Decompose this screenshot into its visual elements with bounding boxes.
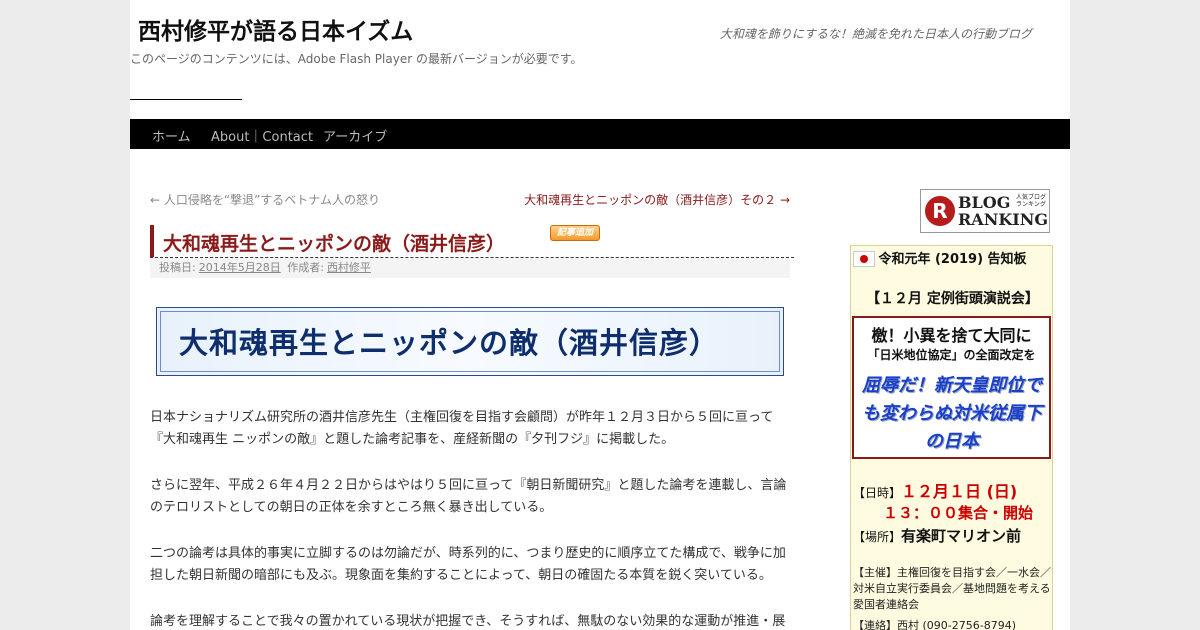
- blog-ranking-banner[interactable]: R BLOG RANKING 人気ブログランキング: [920, 189, 1050, 233]
- event-contact: 【連絡】西村 (090-2756-8794): [853, 619, 1017, 630]
- main-nav: ホーム About｜Contact アーカイブ: [130, 119, 1070, 149]
- ranking-logo-icon: R: [925, 196, 955, 226]
- flash-divider: [130, 99, 242, 100]
- event-date: １２月１日 (日): [901, 482, 1018, 501]
- event-organizers: 【主催】主権回復を目指す会／一水会／対米自立実行委員会／基地問題を考える愛国者連…: [853, 566, 1051, 611]
- notice-title: 令和元年 (2019) 告知板: [878, 252, 1027, 267]
- new-article-badge: 記事追加: [550, 225, 600, 241]
- nav-item-archive[interactable]: アーカイブ: [323, 126, 387, 145]
- post-paragraph: 日本ナショナリズム研究所の酒井信彦先生（主権回復を目指す会顧問）が昨年１２月３日…: [150, 410, 774, 447]
- nav-item-about-contact[interactable]: About｜Contact: [211, 126, 313, 145]
- ranking-small-text: 人気ブログランキング: [1016, 194, 1047, 208]
- slogan-line-3: 屈辱だ！新天皇即位でも変わらぬ対米従属下の日本: [862, 375, 1042, 452]
- post-paragraph: さらに翌年、平成２６年４月２２日からはやはり５回に亘って『朝日新聞研究』と題した…: [150, 478, 787, 515]
- page: 西村修平が語る日本イズム 大和魂を飾りにするな！絶滅を免れた日本人の行動ブログ …: [130, 0, 1070, 630]
- banner-title-text: 大和魂再生とニッポンの敵（酒井信彦）: [179, 326, 720, 360]
- next-post-link[interactable]: 大和魂再生とニッポンの敵（酒井信彦）その２ →: [524, 191, 790, 208]
- event-date-row: 【日時】１２月１日 (日): [853, 478, 1017, 502]
- site-title[interactable]: 西村修平が語る日本イズム: [138, 12, 413, 46]
- post-title-bar: 大和魂再生とニッポンの敵（酒井信彦） 記事追加: [150, 225, 794, 258]
- flash-notice: このページのコンテンツには、Adobe Flash Player の最新バージョ…: [130, 52, 583, 66]
- event-slogan-box: 檄！小異を捨て大同に 「日米地位協定」の全面改定を 屈辱だ！新天皇即位でも変わら…: [852, 316, 1051, 459]
- previous-post-link[interactable]: ← 人口侵略を“撃退”するベトナム人の怒り: [150, 191, 380, 208]
- event-place-row: 【場所】有楽町マリオン前: [853, 525, 1021, 546]
- post-paragraph: 二つの論考は具体的事実に立脚するのは勿論だが、時系列的に、つまり歴史的に順序立て…: [150, 546, 786, 583]
- nav-item-home[interactable]: ホーム: [152, 126, 191, 145]
- post-banner-image: 大和魂再生とニッポンの敵（酒井信彦）: [156, 307, 784, 376]
- posted-on-label: 投稿日:: [159, 261, 196, 274]
- site-description: 大和魂を飾りにするな！絶滅を免れた日本人の行動ブログ: [719, 27, 1032, 41]
- author-label: 作成者:: [287, 261, 324, 274]
- date-label: 【日時】: [853, 486, 902, 500]
- post-paragraph: 論考を理解することで我々の置かれている現状が把握でき、そうすれば、無駄のない効果…: [150, 614, 786, 629]
- post-title[interactable]: 大和魂再生とニッポンの敵（酒井信彦）: [163, 229, 505, 256]
- notice-subtitle: 【１２月 定例街頭演説会】: [866, 291, 1039, 307]
- post-date-link[interactable]: 2014年5月28日: [199, 261, 281, 274]
- notice-board: 令和元年 (2019) 告知板 【１２月 定例街頭演説会】 檄！小異を捨て大同に…: [850, 245, 1053, 630]
- event-place: 有楽町マリオン前: [901, 527, 1022, 545]
- entry-meta: 投稿日: 2014年5月28日 作成者: 西村修平: [150, 258, 790, 278]
- site-header: 西村修平が語る日本イズム 大和魂を飾りにするな！絶滅を免れた日本人の行動ブログ …: [130, 0, 1070, 119]
- ranking-rank-text: RANKING: [958, 210, 1049, 229]
- place-label: 【場所】: [853, 530, 902, 544]
- slogan-line-1: 檄！小異を捨て大同に: [871, 326, 1032, 345]
- event-time: １３：００集合・開始: [883, 504, 1034, 522]
- slogan-line-2: 「日米地位協定」の全面改定を: [867, 348, 1036, 362]
- author-link[interactable]: 西村修平: [327, 261, 371, 274]
